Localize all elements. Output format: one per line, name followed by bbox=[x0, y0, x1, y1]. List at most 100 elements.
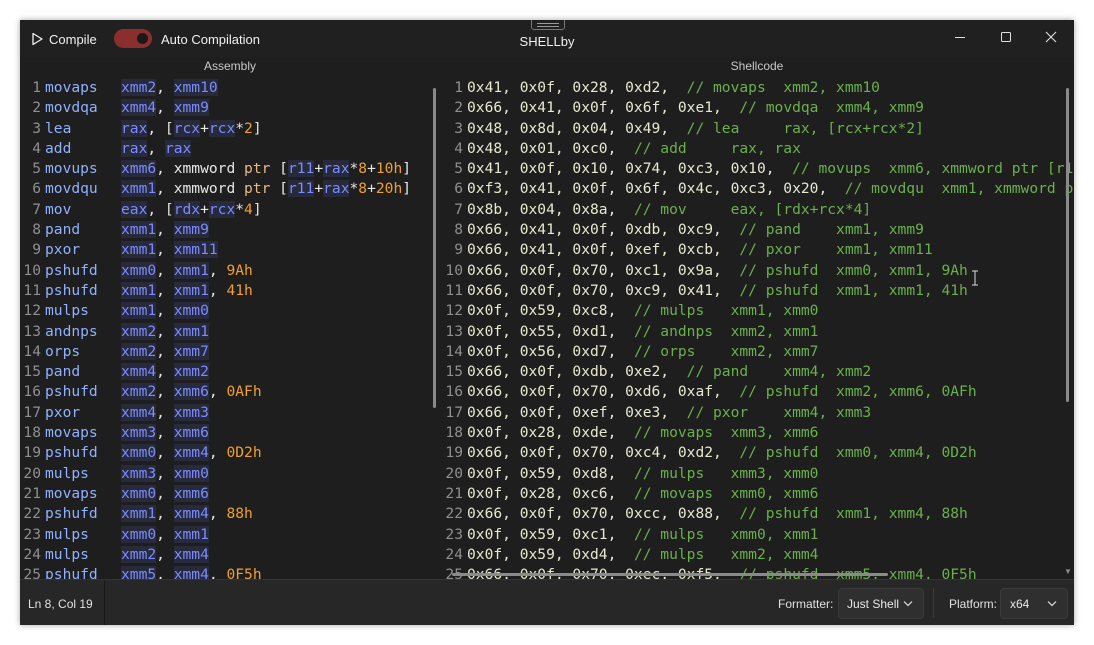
line-number: 20 bbox=[23, 464, 41, 482]
mnemonic: movups bbox=[45, 160, 98, 178]
shellcode-line[interactable]: 13 0x0f, 0x55, 0xd1, // andnps xmm2, xmm1 bbox=[443, 322, 1074, 342]
assembly-line[interactable]: 25 pshufd xmm5, xmm4, 0F5h bbox=[20, 565, 439, 579]
assembly-line[interactable]: 5 movups xmm6, xmmword ptr [r11+rax*8+10h] bbox=[20, 159, 439, 179]
minimize-button[interactable] bbox=[937, 20, 983, 53]
assembly-line[interactable]: 18 movaps xmm3, xmm6 bbox=[20, 423, 439, 443]
platform-dropdown[interactable]: x64 bbox=[1000, 588, 1068, 619]
code-token: , bbox=[156, 363, 174, 381]
shellcode-line[interactable]: 1 0x41, 0x0f, 0x28, 0xd2, // movaps xmm2,… bbox=[443, 78, 1074, 98]
register: rcx bbox=[208, 119, 236, 137]
shellcode-bytes: 0x66, 0x0f, 0x70, 0xcc, 0x88, bbox=[467, 505, 722, 523]
shellcode-line[interactable]: 21 0x0f, 0x28, 0xc6, // movaps xmm0, xmm6 bbox=[443, 484, 1074, 504]
code-token: * bbox=[349, 180, 359, 198]
immediate-value: 20h bbox=[375, 180, 403, 198]
mnemonic: pshufd bbox=[45, 444, 98, 462]
register: xmm2 bbox=[121, 322, 157, 340]
register: xmm5 bbox=[121, 566, 157, 579]
line-number: 14 bbox=[445, 342, 463, 360]
assembly-line[interactable]: 23 mulps xmm0, xmm1 bbox=[20, 525, 439, 545]
line-number: 16 bbox=[23, 383, 41, 401]
assembly-line[interactable]: 15 pand xmm4, xmm2 bbox=[20, 362, 439, 382]
assembly-line[interactable]: 7 mov eax, [rdx+rcx*4] bbox=[20, 200, 439, 220]
maximize-button[interactable] bbox=[983, 20, 1029, 53]
shellcode-line[interactable]: 17 0x66, 0x0f, 0xef, 0xe3, // pxor xmm4, … bbox=[443, 403, 1074, 423]
register: xmm2 bbox=[121, 383, 157, 401]
shellcode-line[interactable]: 23 0x0f, 0x59, 0xc1, // mulps xmm0, xmm1 bbox=[443, 525, 1074, 545]
assembly-line[interactable]: 11 pshufd xmm1, xmm1, 41h bbox=[20, 281, 439, 301]
shellcode-line[interactable]: 19 0x66, 0x0f, 0x70, 0xc4, 0xd2, // pshuf… bbox=[443, 443, 1074, 463]
assembly-line[interactable]: 12 mulps xmm1, xmm0 bbox=[20, 301, 439, 321]
line-number: 17 bbox=[445, 403, 463, 421]
shellcode-line[interactable]: 18 0x0f, 0x28, 0xde, // movaps xmm3, xmm6 bbox=[443, 423, 1074, 443]
code-token: ptr bbox=[244, 160, 271, 178]
shellcode-line[interactable]: 24 0x0f, 0x59, 0xd4, // mulps xmm2, xmm4 bbox=[443, 545, 1074, 565]
assembly-line[interactable]: 22 pshufd xmm1, xmm4, 88h bbox=[20, 504, 439, 524]
shellcode-comment: // mulps xmm0, xmm1 bbox=[616, 525, 819, 543]
code-token: , [ bbox=[147, 200, 174, 218]
shellcode-line[interactable]: 4 0x48, 0x01, 0xc0, // add rax, rax bbox=[443, 139, 1074, 159]
shellcode-line[interactable]: 5 0x41, 0x0f, 0x10, 0x74, 0xc3, 0x10, // … bbox=[443, 159, 1074, 179]
assembly-line[interactable]: 14 orps xmm2, xmm7 bbox=[20, 342, 439, 362]
assembly-vertical-scrollbar[interactable] bbox=[433, 88, 436, 408]
shellcode-line[interactable]: 20 0x0f, 0x59, 0xd8, // mulps xmm3, xmm0 bbox=[443, 464, 1074, 484]
scroll-down-arrow-icon[interactable]: ▼ bbox=[1064, 567, 1072, 576]
assembly-line[interactable]: 21 movaps xmm0, xmm6 bbox=[20, 484, 439, 504]
assembly-line[interactable]: 19 pshufd xmm0, xmm4, 0D2h bbox=[20, 443, 439, 463]
shellcode-line[interactable]: 8 0x66, 0x41, 0x0f, 0xdb, 0xc9, // pand x… bbox=[443, 220, 1074, 240]
assembly-line[interactable]: 20 mulps xmm3, xmm0 bbox=[20, 464, 439, 484]
assembly-line[interactable]: 6 movdqu xmm1, xmmword ptr [r11+rax*8+20h] bbox=[20, 179, 439, 199]
mnemonic: pshufd bbox=[45, 261, 98, 279]
shellcode-line[interactable]: 22 0x66, 0x0f, 0x70, 0xcc, 0x88, // pshuf… bbox=[443, 504, 1074, 524]
assembly-line[interactable]: 1 movaps xmm2, xmm10 bbox=[20, 78, 439, 98]
formatter-dropdown[interactable]: Just Shell bbox=[838, 588, 924, 619]
shellcode-line[interactable]: 9 0x66, 0x41, 0x0f, 0xef, 0xcb, // pxor x… bbox=[443, 240, 1074, 260]
shellcode-horizontal-scrollbar[interactable] bbox=[452, 573, 888, 576]
line-number: 25 bbox=[23, 566, 41, 579]
assembly-line[interactable]: 10 pshufd xmm0, xmm1, 9Ah bbox=[20, 261, 439, 281]
assembly-line[interactable]: 2 movdqa xmm4, xmm9 bbox=[20, 98, 439, 118]
shellcode-editor[interactable]: 1 0x41, 0x0f, 0x28, 0xd2, // movaps xmm2,… bbox=[443, 78, 1074, 579]
shellcode-line[interactable]: 16 0x66, 0x0f, 0x70, 0xd6, 0xaf, // pshuf… bbox=[443, 382, 1074, 402]
assembly-line[interactable]: 4 add rax, rax bbox=[20, 139, 439, 159]
shellcode-line[interactable]: 2 0x66, 0x41, 0x0f, 0x6f, 0xe1, // movdqa… bbox=[443, 98, 1074, 118]
code-token: , bbox=[156, 160, 174, 178]
status-divider bbox=[104, 580, 105, 625]
code-token: , bbox=[156, 484, 174, 502]
shellcode-bytes: 0x66, 0x0f, 0xdb, 0xe2, bbox=[467, 363, 670, 381]
shellcode-bytes: 0x66, 0x41, 0x0f, 0xdb, 0xc9, bbox=[467, 221, 722, 239]
shellcode-line[interactable]: 6 0xf3, 0x41, 0x0f, 0x6f, 0x4c, 0xc3, 0x2… bbox=[443, 179, 1074, 199]
shellcode-comment: // add rax, rax bbox=[616, 139, 801, 157]
shellcode-line[interactable]: 7 0x8b, 0x04, 0x8a, // mov eax, [rdx+rcx*… bbox=[443, 200, 1074, 220]
line-number: 4 bbox=[454, 139, 463, 157]
line-number: 6 bbox=[454, 180, 463, 198]
shellcode-line[interactable]: 14 0x0f, 0x56, 0xd7, // orps xmm2, xmm7 bbox=[443, 342, 1074, 362]
assembly-line[interactable]: 9 pxor xmm1, xmm11 bbox=[20, 240, 439, 260]
shellcode-line[interactable]: 15 0x66, 0x0f, 0xdb, 0xe2, // pand xmm4, … bbox=[443, 362, 1074, 382]
shellcode-vertical-scrollbar[interactable] bbox=[1066, 88, 1069, 402]
drag-handle[interactable] bbox=[531, 20, 565, 30]
mnemonic: pxor bbox=[45, 403, 81, 421]
close-button[interactable] bbox=[1028, 20, 1074, 53]
assembly-line[interactable]: 24 mulps xmm2, xmm4 bbox=[20, 545, 439, 565]
shellcode-line[interactable]: 11 0x66, 0x0f, 0x70, 0xc9, 0x41, // pshuf… bbox=[443, 281, 1074, 301]
app-title: SHELLby bbox=[519, 34, 575, 49]
assembly-editor[interactable]: 1 movaps xmm2, xmm10 2 movdqa xmm4, xmm9 3 lea r… bbox=[20, 78, 439, 579]
assembly-pane-header: Assembly bbox=[203, 59, 256, 73]
shellcode-comment: // pshufd xmm0, xmm4, 0D2h bbox=[721, 444, 977, 462]
title-bar[interactable]: Compile Auto Compilation SHELLby bbox=[20, 20, 1074, 57]
shellcode-comment: // mov eax, [rdx+rcx*4] bbox=[616, 200, 872, 218]
line-number: 5 bbox=[454, 160, 463, 178]
code-token: * bbox=[349, 160, 359, 178]
assembly-line[interactable]: 16 pshufd xmm2, xmm6, 0AFh bbox=[20, 382, 439, 402]
assembly-line[interactable]: 13 andnps xmm2, xmm1 bbox=[20, 322, 439, 342]
shellcode-bytes: 0x66, 0x0f, 0x70, 0xc1, 0x9a, bbox=[467, 261, 722, 279]
shellcode-comment: // pxor xmm1, xmm11 bbox=[721, 241, 933, 259]
shellcode-line[interactable]: 3 0x48, 0x8d, 0x04, 0x49, // lea rax, [rc… bbox=[443, 119, 1074, 139]
assembly-line[interactable]: 3 lea rax, [rcx+rcx*2] bbox=[20, 119, 439, 139]
register: xmm0 bbox=[121, 484, 157, 502]
assembly-line[interactable]: 8 pand xmm1, xmm9 bbox=[20, 220, 439, 240]
register: xmm3 bbox=[173, 403, 209, 421]
shellcode-line[interactable]: 10 0x66, 0x0f, 0x70, 0xc1, 0x9a, // pshuf… bbox=[443, 261, 1074, 281]
shellcode-line[interactable]: 12 0x0f, 0x59, 0xc8, // mulps xmm1, xmm0 bbox=[443, 301, 1074, 321]
assembly-line[interactable]: 17 pxor xmm4, xmm3 bbox=[20, 403, 439, 423]
